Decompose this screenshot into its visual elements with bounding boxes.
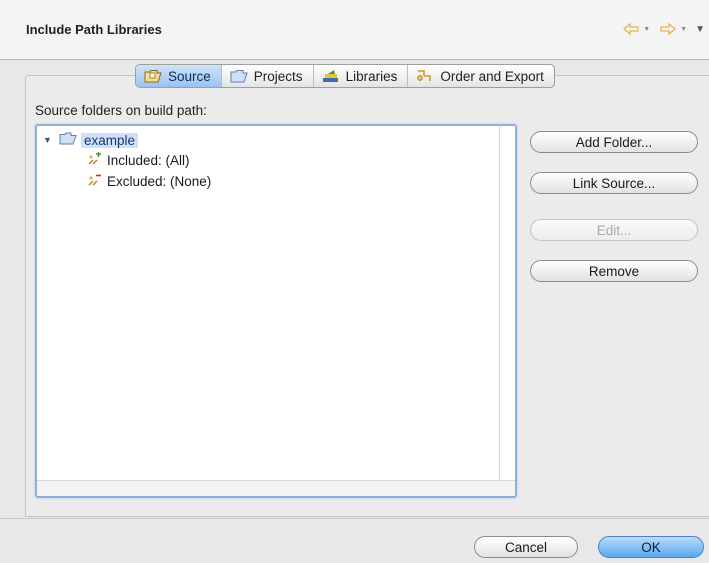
- folder-icon: [59, 132, 77, 148]
- tree-horizontal-scrollbar[interactable]: [37, 480, 515, 496]
- libraries-icon: [322, 69, 340, 83]
- tab-libraries[interactable]: Libraries: [314, 65, 409, 87]
- add-folder-button[interactable]: Add Folder...: [530, 131, 698, 153]
- tab-label: Source: [168, 68, 211, 84]
- tab-bar: Source Projects Libraries Order and Expo…: [135, 64, 555, 88]
- forward-dropdown-icon[interactable]: ▼: [680, 26, 687, 33]
- tree-item-label: Included: (All): [107, 153, 190, 168]
- cancel-button[interactable]: Cancel: [474, 536, 578, 558]
- tab-label: Projects: [253, 68, 303, 84]
- tree-item-included[interactable]: Included: (All): [87, 152, 190, 169]
- tree-item-label: Excluded: (None): [107, 174, 212, 189]
- remove-button[interactable]: Remove: [530, 260, 698, 282]
- tab-source[interactable]: Source: [136, 65, 222, 87]
- link-source-button[interactable]: Link Source...: [530, 172, 698, 194]
- back-arrow-icon[interactable]: [621, 22, 641, 36]
- dialog-title: Include Path Libraries: [26, 22, 162, 37]
- tab-label: Order and Export: [440, 68, 544, 84]
- back-dropdown-icon[interactable]: ▼: [643, 26, 650, 33]
- order-export-icon: [416, 69, 434, 83]
- source-folders-label: Source folders on build path:: [35, 103, 207, 118]
- inclusion-filter-icon: [87, 152, 103, 169]
- expand-triangle-icon[interactable]: ▼: [43, 135, 55, 145]
- exclusion-filter-icon: [87, 173, 103, 190]
- tree-item-example[interactable]: ▼ example: [43, 132, 139, 148]
- dialog-header: Include Path Libraries ▼ ▼ ▼: [0, 0, 709, 60]
- tree-item-excluded[interactable]: Excluded: (None): [87, 173, 211, 190]
- view-menu-icon[interactable]: ▼: [695, 24, 705, 35]
- source-folders-tree[interactable]: ▼ example Included: (All) Excluded: (Non…: [35, 124, 517, 498]
- edit-button[interactable]: Edit...: [530, 219, 698, 241]
- forward-arrow-icon[interactable]: [658, 22, 678, 36]
- tab-label: Libraries: [345, 68, 398, 84]
- source-folder-icon: [144, 69, 162, 83]
- tab-order-export[interactable]: Order and Export: [408, 65, 554, 87]
- header-nav: ▼ ▼ ▼: [621, 22, 705, 36]
- ok-button[interactable]: OK: [598, 536, 704, 558]
- tab-projects[interactable]: Projects: [222, 65, 314, 87]
- tree-item-label: example: [81, 132, 139, 148]
- projects-folder-icon: [230, 69, 248, 83]
- tree-vertical-scrollbar[interactable]: [499, 126, 515, 480]
